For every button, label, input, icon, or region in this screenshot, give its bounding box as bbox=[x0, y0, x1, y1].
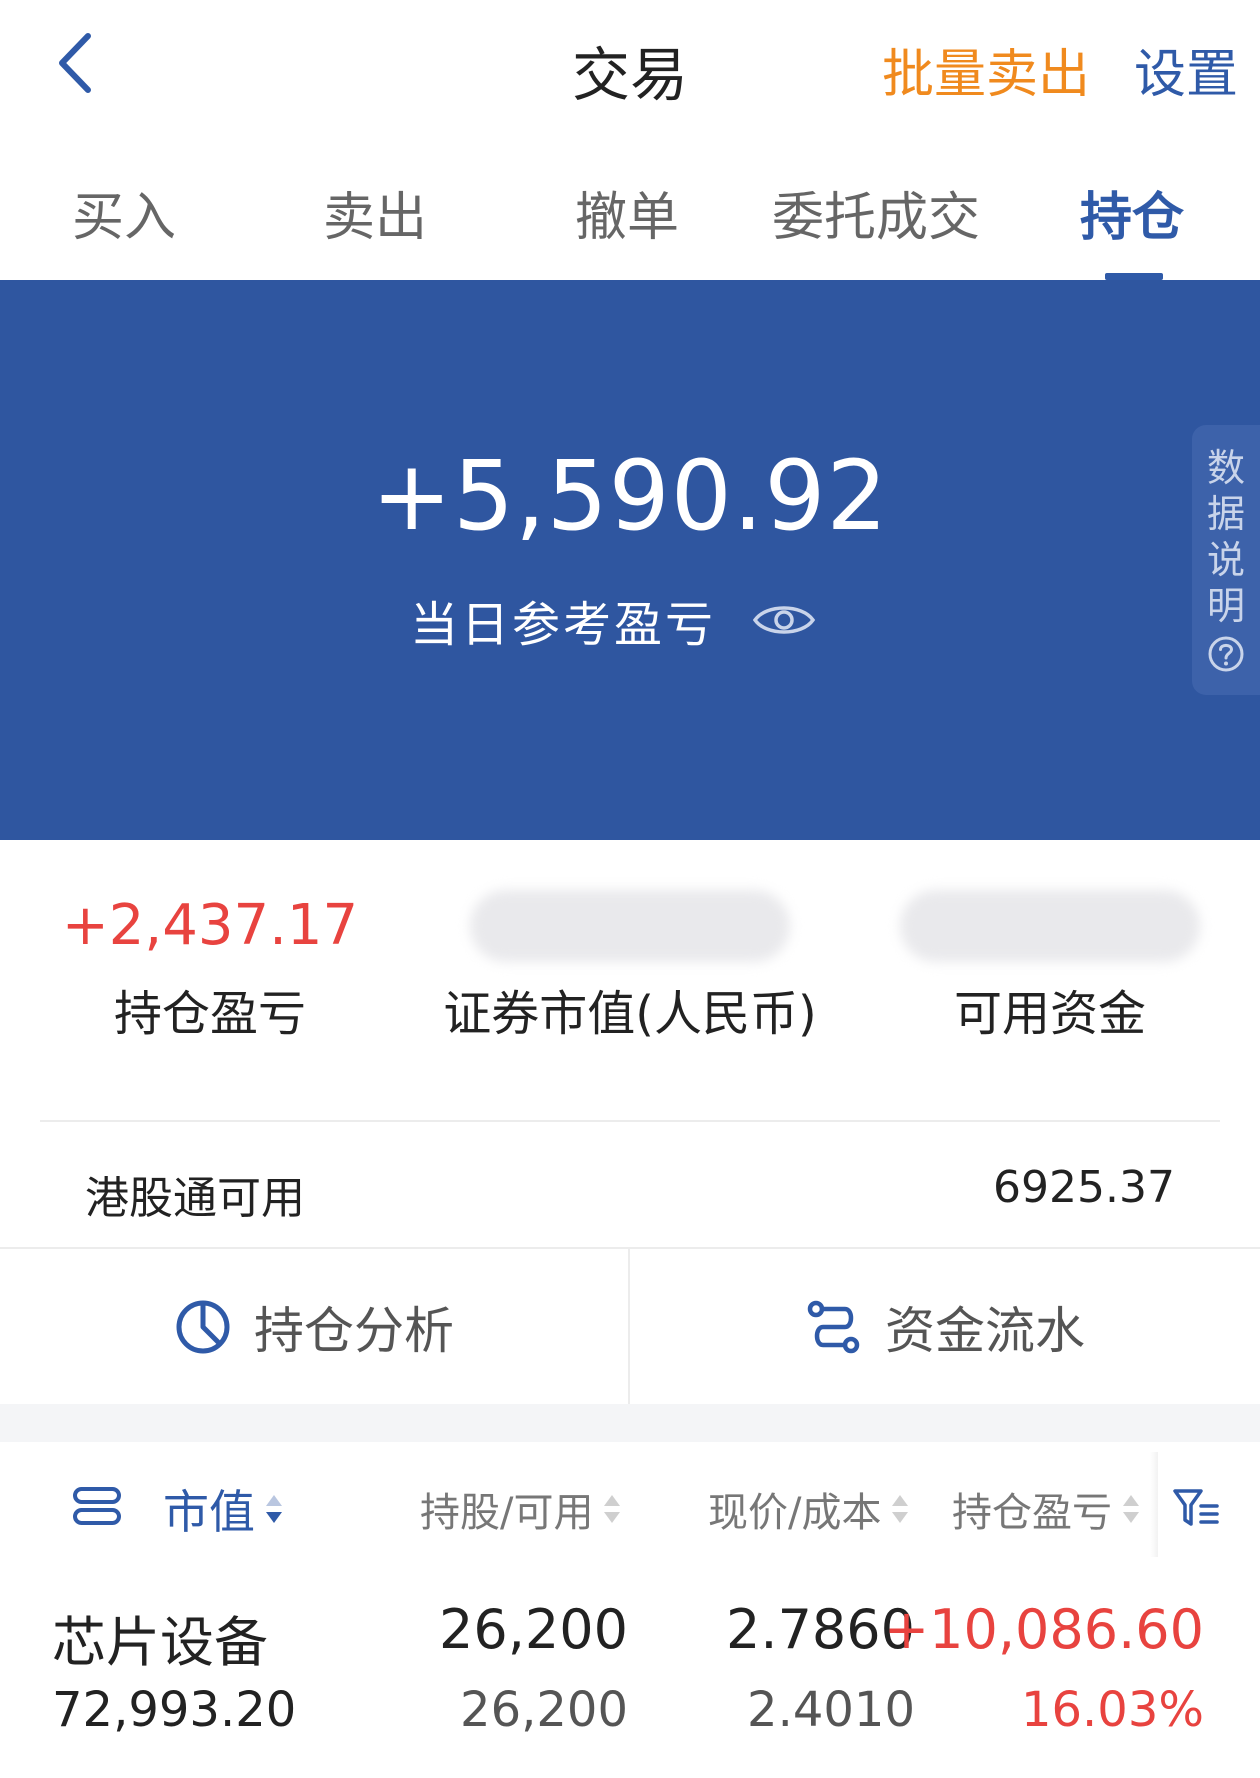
data-note-label: 数据说明 bbox=[1206, 446, 1245, 628]
stock-pnl: +10,086.60 bbox=[883, 1598, 1204, 1661]
position-analysis-label: 持仓分析 bbox=[254, 1301, 454, 1360]
daily-pnl-value: +5,590.92 bbox=[371, 440, 889, 552]
stock-market-value: 72,993.20 bbox=[52, 1682, 297, 1738]
sort-icon bbox=[892, 1495, 909, 1523]
eye-icon[interactable] bbox=[752, 600, 816, 640]
list-layout-icon[interactable] bbox=[72, 1486, 122, 1526]
available-funds-label: 可用资金 bbox=[953, 986, 1146, 1042]
pie-chart-icon bbox=[176, 1300, 230, 1353]
question-icon bbox=[1208, 636, 1244, 672]
daily-pnl-label: 当日参考盈亏 bbox=[410, 597, 717, 653]
sort-icon bbox=[604, 1495, 621, 1523]
stock-cost: 2.4010 bbox=[747, 1682, 915, 1738]
tab-sell[interactable]: 卖出 bbox=[323, 175, 427, 250]
sort-icon bbox=[266, 1495, 282, 1523]
position-analysis-button[interactable]: 持仓分析 bbox=[0, 1249, 628, 1404]
market-value-label: 证券市值(人民币) bbox=[443, 986, 817, 1042]
tab-cancel-order[interactable]: 撤单 bbox=[575, 175, 679, 250]
settings-button[interactable]: 设置 bbox=[1134, 32, 1238, 107]
column-price-label: 现价/成本 bbox=[708, 1490, 882, 1536]
daily-pnl-panel: +5,590.92 当日参考盈亏 数据说明 bbox=[0, 280, 1260, 840]
filter-icon[interactable] bbox=[1172, 1486, 1220, 1530]
tab-orders-trades[interactable]: 委托成交 bbox=[772, 175, 980, 250]
stock-pnl-percent: 16.03% bbox=[1020, 1682, 1204, 1738]
hk-connect-row: 港股通可用 6925.37 bbox=[0, 1122, 1260, 1247]
table-row[interactable]: 芯片设备 72,993.20 26,200 26,200 2.7860 2.40… bbox=[0, 1590, 1260, 1778]
tab-buy[interactable]: 买入 bbox=[72, 175, 176, 250]
column-price[interactable]: 现价/成本 bbox=[708, 1480, 911, 1538]
action-bar: 持仓分析 资金流水 bbox=[0, 1249, 1260, 1404]
stock-available: 26,200 bbox=[460, 1682, 628, 1738]
column-holding[interactable]: 持股/可用 bbox=[420, 1480, 623, 1538]
column-pnl-label: 持仓盈亏 bbox=[952, 1490, 1112, 1536]
position-pnl-block: +2,437.17 持仓盈亏 bbox=[60, 890, 360, 1044]
tab-positions[interactable]: 持仓 bbox=[1080, 175, 1184, 250]
sort-icon bbox=[1123, 1495, 1139, 1523]
tab-bar: 买入 卖出 撤单 委托成交 持仓 bbox=[0, 165, 1260, 280]
market-value-redacted bbox=[470, 890, 790, 962]
filter-separator bbox=[1150, 1452, 1158, 1557]
position-pnl-value: +2,437.17 bbox=[61, 893, 359, 958]
data-note-button[interactable]: 数据说明 bbox=[1192, 425, 1260, 695]
account-summary: +2,437.17 持仓盈亏 证券市值(人民币) 可用资金 bbox=[0, 890, 1260, 1060]
available-funds-block: 可用资金 bbox=[880, 890, 1220, 1044]
flow-icon bbox=[807, 1300, 860, 1353]
section-gap bbox=[0, 1404, 1260, 1442]
column-pnl[interactable]: 持仓盈亏 bbox=[952, 1480, 1142, 1538]
stock-holding: 26,200 bbox=[439, 1598, 628, 1661]
available-funds-redacted bbox=[900, 890, 1200, 962]
daily-pnl-label-row: 当日参考盈亏 bbox=[410, 585, 816, 655]
column-market-value[interactable]: 市值 bbox=[163, 1476, 285, 1542]
batch-sell-button[interactable]: 批量卖出 bbox=[882, 32, 1090, 107]
hk-connect-value: 6925.37 bbox=[993, 1162, 1175, 1213]
hk-connect-label: 港股通可用 bbox=[85, 1173, 305, 1224]
position-pnl-label: 持仓盈亏 bbox=[113, 986, 306, 1042]
market-value-block: 证券市值(人民币) bbox=[420, 890, 840, 1044]
column-market-value-label: 市值 bbox=[163, 1485, 255, 1539]
top-bar: 交易 批量卖出 设置 bbox=[0, 0, 1260, 135]
positions-table-header: 市值 持股/可用 现价/成本 持仓盈亏 bbox=[0, 1442, 1260, 1567]
fund-flow-button[interactable]: 资金流水 bbox=[630, 1249, 1260, 1404]
stock-name: 芯片设备 bbox=[52, 1611, 268, 1674]
column-holding-label: 持股/可用 bbox=[420, 1490, 594, 1536]
fund-flow-label: 资金流水 bbox=[885, 1301, 1085, 1360]
active-tab-indicator bbox=[1105, 273, 1163, 280]
